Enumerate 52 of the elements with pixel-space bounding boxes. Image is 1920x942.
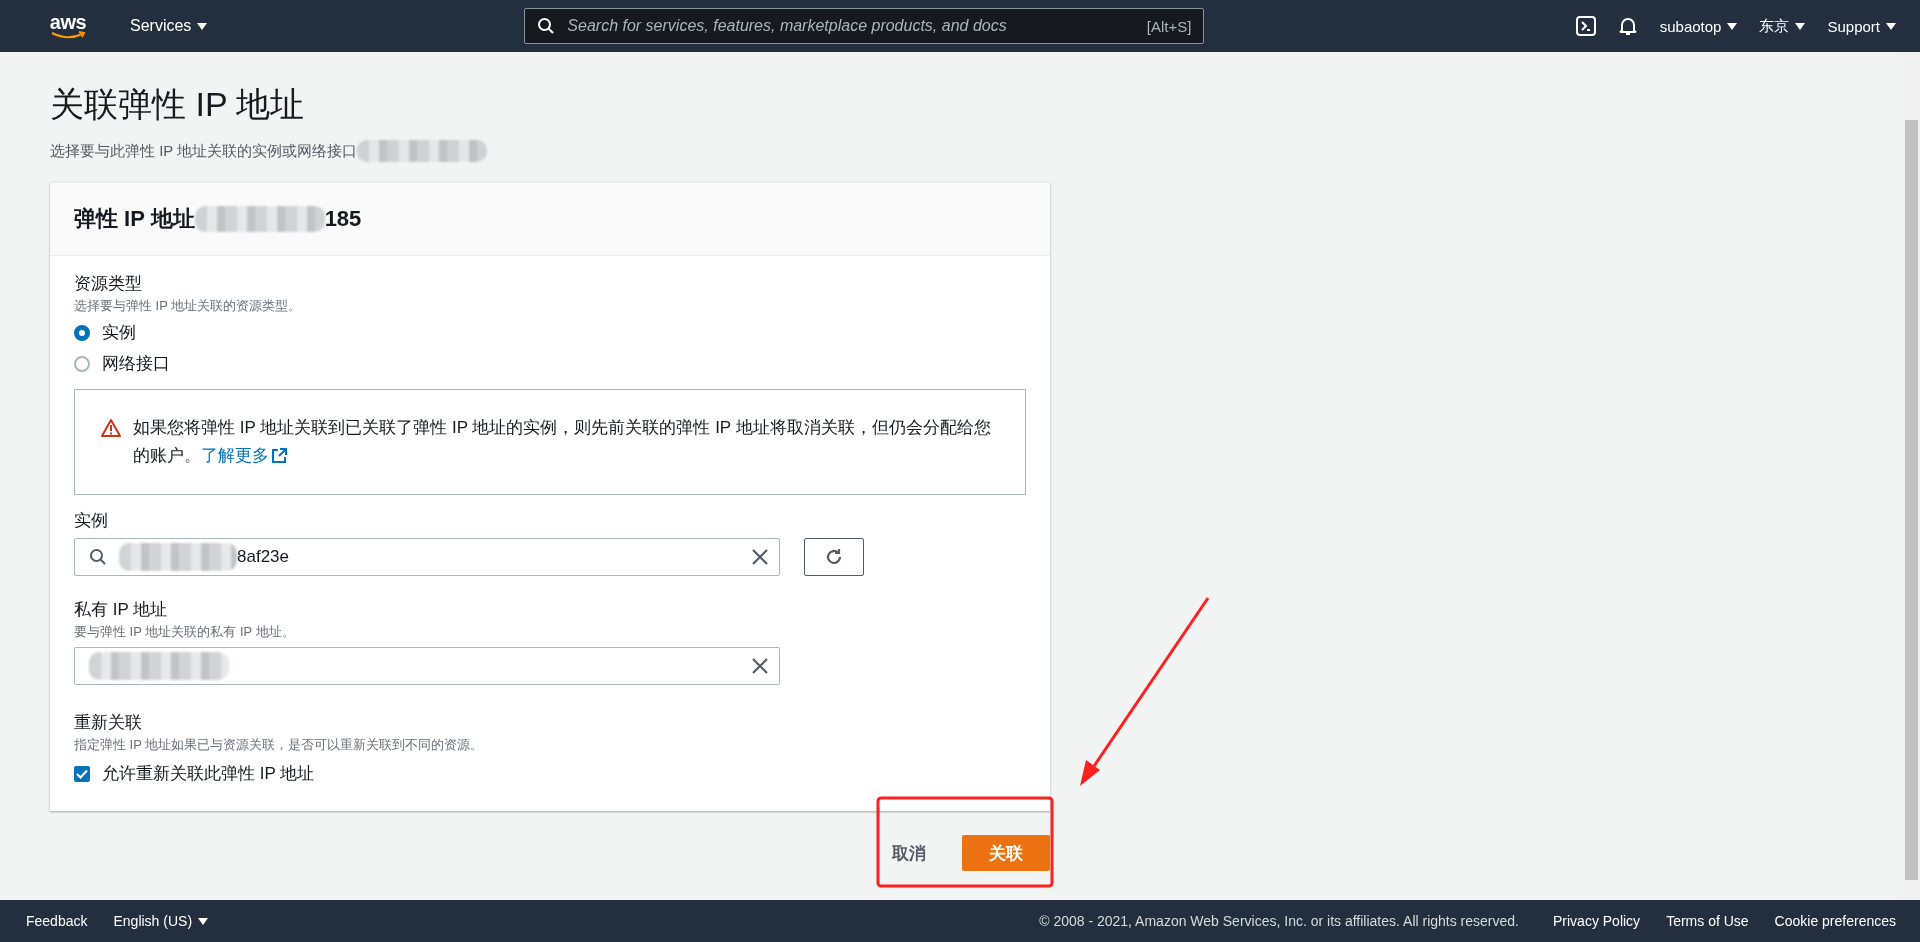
services-menu[interactable]: Services <box>130 17 208 35</box>
private-ip-field[interactable] <box>74 647 780 685</box>
warning-text: 如果您将弹性 IP 地址关联到已关联了弹性 IP 地址的实例，则先前关联的弹性 IP 地址将取消关联，但仍会分配给您的账户。了解更多 <box>133 414 993 470</box>
field-label: 实例 <box>74 510 109 532</box>
caret-icon <box>1727 22 1738 30</box>
field-description: 指定弹性 IP 地址如果已与资源关联，是否可以重新关联到不同的资源。 <box>74 736 485 754</box>
cancel-button[interactable]: 取消 <box>886 840 932 866</box>
external-link-icon <box>271 448 287 464</box>
terminal-icon[interactable] <box>1575 16 1596 36</box>
learn-more-link[interactable]: 了解更多 <box>201 442 287 470</box>
checkbox-option[interactable]: 允许重新关联此弹性 IP 地址 <box>74 762 1026 785</box>
footer-link[interactable]: Cookie preferences <box>1774 913 1896 929</box>
nav-menu[interactable]: subaotop <box>1659 17 1738 35</box>
language-menu[interactable]: English (US) <box>113 913 209 929</box>
feedback-link[interactable]: Feedback <box>26 913 88 929</box>
card-title: 185 <box>324 206 362 232</box>
shortcut-hint: [Alt+S] <box>1146 17 1192 35</box>
footer-link[interactable]: Privacy Policy <box>1553 913 1641 929</box>
field-label: 重新关联 <box>74 712 143 734</box>
field-label: 资源类型 <box>74 273 143 295</box>
field-description: 要与弹性 IP 地址关联的私有 IP 地址。 <box>74 623 296 641</box>
close-icon[interactable] <box>751 657 769 675</box>
copyright-text: © 2008 - 2021, Amazon Web Services, Inc. or its affiliates. All rights reserved. <box>1039 913 1519 929</box>
footer-link[interactable]: Terms of Use <box>1666 913 1749 929</box>
field-label: 私有 IP 地址 <box>74 599 169 621</box>
card-title: 弹性 IP 地址 <box>74 205 195 233</box>
warning-icon <box>101 419 121 437</box>
bell-icon[interactable] <box>1617 16 1638 36</box>
page-subtitle: 选择要与此弹性 IP 地址关联的实例或网络接口 <box>50 141 358 161</box>
close-icon[interactable] <box>751 548 769 566</box>
radio-option[interactable]: 实例 <box>74 321 1026 344</box>
search-icon <box>89 548 107 566</box>
nav-menu[interactable]: Support <box>1827 17 1896 35</box>
refresh-button[interactable] <box>804 538 864 576</box>
page-title: 关联弹性 IP 地址 <box>50 84 306 125</box>
caret-icon <box>1795 22 1806 30</box>
caret-icon <box>197 22 208 30</box>
checkbox[interactable] <box>74 765 90 782</box>
caret-icon <box>198 917 209 925</box>
nav-menu[interactable]: 东京 <box>1759 16 1806 36</box>
search-field[interactable]: Search for services, features, marketplace products, and docs <box>565 16 1137 36</box>
refresh-icon <box>824 547 844 567</box>
aws-logo[interactable]: aws <box>46 13 90 39</box>
radio-option[interactable]: 网络接口 <box>74 352 1026 375</box>
field-description: 选择要与弹性 IP 地址关联的资源类型。 <box>74 297 303 315</box>
caret-icon <box>1886 22 1896 30</box>
search-icon <box>537 17 556 35</box>
instance-field[interactable]: 8af23e <box>74 538 780 576</box>
field-value: 8af23e <box>237 547 289 567</box>
radio-button[interactable] <box>74 324 90 341</box>
search-bar[interactable]: Search for services, features, marketplace products, and docs [Alt+S] <box>524 8 1205 44</box>
radio-button[interactable] <box>74 355 90 372</box>
